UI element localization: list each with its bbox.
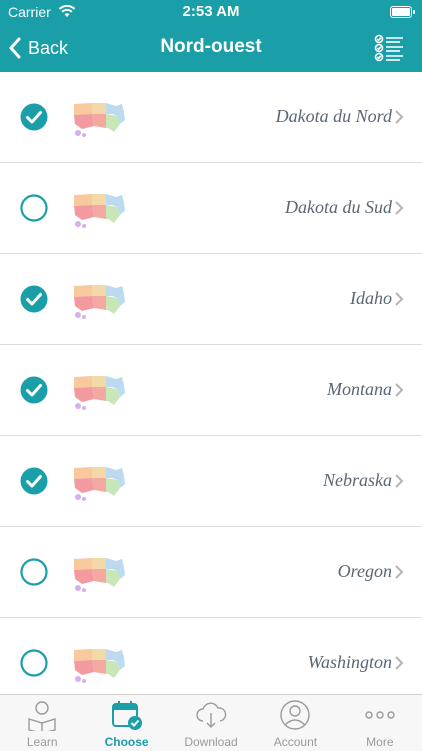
tab-label-download: Download: [184, 735, 238, 749]
tab-more[interactable]: More: [338, 695, 422, 751]
us-map-thumbnail: [74, 103, 125, 137]
chevron-right-icon: [395, 565, 404, 579]
chevron-right-icon: [395, 474, 404, 488]
unchecked-circle-icon[interactable]: [20, 649, 48, 677]
list-item[interactable]: Dakota du Sud: [0, 163, 422, 254]
us-map-thumbnail: [74, 467, 125, 501]
list-item-label: Nebraska: [323, 470, 392, 490]
tab-label-more: More: [366, 735, 394, 749]
battery-icon: [390, 6, 415, 18]
tab-bar: Learn Choose Download Account More: [0, 694, 422, 751]
top-bar: Carrier 2:53 AM Back Nord-ouest: [0, 0, 422, 72]
us-map-thumbnail: [74, 194, 125, 228]
chevron-right-icon: [395, 110, 404, 124]
checked-circle-icon[interactable]: [20, 376, 48, 404]
chevron-right-icon: [395, 201, 404, 215]
checked-circle-icon[interactable]: [20, 103, 48, 131]
tab-download[interactable]: Download: [169, 695, 253, 751]
us-map-thumbnail: [74, 376, 125, 410]
clock: 2:53 AM: [182, 3, 240, 20]
checked-circle-icon[interactable]: [20, 285, 48, 313]
checked-circle-icon[interactable]: [20, 467, 48, 495]
list-item[interactable]: Nebraska: [0, 436, 422, 527]
status-bar: Carrier 2:53 AM: [0, 0, 422, 24]
calendar-check-icon: [111, 701, 142, 730]
list-item-label: Idaho: [350, 288, 392, 308]
state-list: Dakota du Nord Dakota du Sud Idaho Montana N…: [0, 72, 422, 708]
us-map-thumbnail: [74, 649, 125, 683]
us-map-thumbnail: [74, 285, 125, 319]
chevron-right-icon: [395, 292, 404, 306]
page-title: Nord-ouest: [160, 36, 262, 57]
tab-learn[interactable]: Learn: [0, 695, 84, 751]
unchecked-circle-icon[interactable]: [20, 194, 48, 222]
list-item[interactable]: Oregon: [0, 527, 422, 618]
chevron-right-icon: [395, 656, 404, 670]
us-map-thumbnail: [74, 558, 125, 592]
tab-label-account: Account: [273, 735, 318, 749]
chevron-right-icon: [395, 383, 404, 397]
list-item-label: Oregon: [337, 561, 392, 581]
tab-account[interactable]: Account: [253, 695, 337, 751]
unchecked-circle-icon[interactable]: [20, 558, 48, 586]
list-item[interactable]: Idaho: [0, 254, 422, 345]
account-icon: [280, 700, 311, 730]
tab-label-choose: Choose: [104, 735, 149, 749]
list-item-label: Washington: [307, 652, 392, 672]
more-icon: [365, 711, 395, 719]
reader-icon: [28, 701, 56, 731]
tab-choose[interactable]: Choose: [84, 695, 168, 751]
nav-bar: Back Nord-ouest: [0, 24, 422, 72]
list-item[interactable]: Dakota du Nord: [0, 72, 422, 163]
tab-label-learn: Learn: [26, 735, 58, 749]
list-item[interactable]: Montana: [0, 345, 422, 436]
list-item-label: Montana: [327, 379, 392, 399]
cloud-download-icon: [196, 702, 227, 728]
list-item-label: Dakota du Nord: [275, 106, 392, 126]
checklist-icon[interactable]: [374, 34, 404, 62]
list-item-label: Dakota du Sud: [285, 197, 392, 217]
